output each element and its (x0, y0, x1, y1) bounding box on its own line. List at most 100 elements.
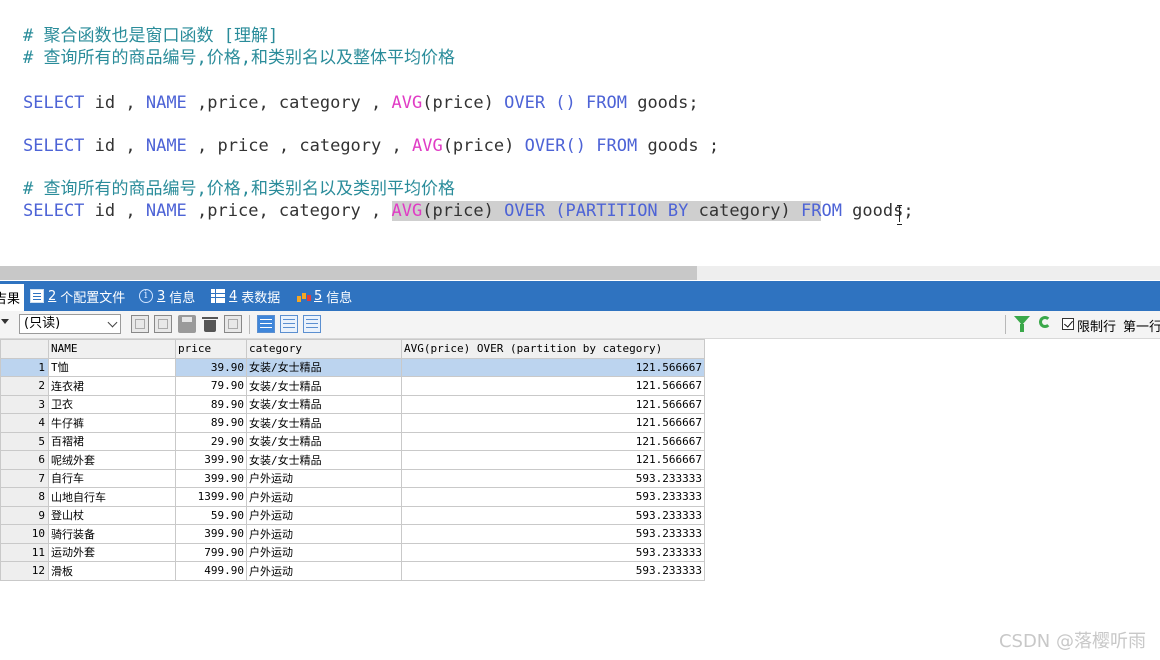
cell-name[interactable]: 骑行装备 (48, 524, 176, 544)
grid-view-icon[interactable] (257, 315, 275, 333)
row-number[interactable]: 11 (0, 542, 49, 562)
row-number[interactable]: 4 (0, 413, 49, 433)
row-number[interactable]: 3 (0, 394, 49, 414)
table-row[interactable]: 11 运动外套 799.90 户外运动 593.233333 (0, 542, 705, 562)
cell-avg[interactable]: 121.566667 (401, 413, 705, 433)
sql-editor[interactable]: # 聚合函数也是窗口函数 [理解] # 查询所有的商品编号,价格,和类别名以及整… (0, 0, 1160, 266)
cell-avg[interactable]: 593.233333 (401, 542, 705, 562)
cell-avg[interactable]: 593.233333 (401, 468, 705, 488)
cell-price[interactable]: 89.90 (175, 413, 247, 433)
sql-line-1[interactable]: SELECT id , NAME ,price, category , AVG(… (23, 92, 699, 114)
cell-avg[interactable]: 593.233333 (401, 524, 705, 544)
tab-result[interactable]: 吉果 (0, 284, 25, 311)
row-number[interactable]: 10 (0, 524, 49, 544)
text-view-icon[interactable] (303, 315, 321, 333)
table-row[interactable]: 8 山地自行车 1399.90 户外运动 593.233333 (0, 487, 705, 507)
cell-category[interactable]: 户外运动 (246, 524, 402, 544)
cell-category[interactable]: 户外运动 (246, 561, 402, 581)
cell-name[interactable]: 登山杖 (48, 505, 176, 525)
selected-text[interactable]: AVG(price) OVER (PARTITION BY category) … (391, 201, 822, 221)
cell-name[interactable]: 自行车 (48, 468, 176, 488)
cell-category[interactable]: 女装/女士精品 (246, 413, 402, 433)
cell-category[interactable]: 女装/女士精品 (246, 376, 402, 396)
cell-avg[interactable]: 121.566667 (401, 431, 705, 451)
tab-info[interactable]: 3信息 (139, 281, 195, 311)
cell-avg[interactable]: 593.233333 (401, 487, 705, 507)
cell-price[interactable]: 399.90 (175, 450, 247, 470)
cell-category[interactable]: 户外运动 (246, 542, 402, 562)
cell-name[interactable]: 滑板 (48, 561, 176, 581)
copy-row-icon[interactable] (154, 315, 172, 333)
row-number[interactable]: 6 (0, 450, 49, 470)
column-header-category[interactable]: category (246, 339, 402, 359)
tab-info-2[interactable]: 5 信息 (296, 281, 352, 311)
cell-name[interactable]: 运动外套 (48, 542, 176, 562)
row-number[interactable]: 8 (0, 487, 49, 507)
tab-profiles[interactable]: 2 个配置文件 (30, 281, 125, 311)
save-icon[interactable] (178, 315, 196, 333)
chevron-down-icon[interactable] (1, 319, 9, 324)
table-row[interactable]: 9 登山杖 59.90 户外运动 593.233333 (0, 505, 705, 525)
cell-price[interactable]: 799.90 (175, 542, 247, 562)
form-view-icon[interactable] (280, 315, 298, 333)
limit-rows-checkbox[interactable] (1062, 318, 1074, 330)
table-row[interactable]: 7 自行车 399.90 户外运动 593.233333 (0, 468, 705, 488)
scrollbar-thumb[interactable] (0, 266, 697, 280)
cell-avg[interactable]: 121.566667 (401, 376, 705, 396)
delete-icon[interactable] (201, 315, 219, 333)
column-header-avg[interactable]: AVG(price) OVER (partition by category) (401, 339, 705, 359)
cell-price[interactable]: 399.90 (175, 524, 247, 544)
cell-avg[interactable]: 593.233333 (401, 561, 705, 581)
table-row[interactable]: 4 牛仔裤 89.90 女装/女士精品 121.566667 (0, 413, 705, 433)
refresh-grid-icon[interactable] (224, 315, 242, 333)
cell-name[interactable]: 连衣裙 (48, 376, 176, 396)
table-row[interactable]: 3 卫衣 89.90 女装/女士精品 121.566667 (0, 394, 705, 414)
row-number[interactable]: 2 (0, 376, 49, 396)
cell-price[interactable]: 499.90 (175, 561, 247, 581)
cell-name[interactable]: 牛仔裤 (48, 413, 176, 433)
row-number[interactable]: 7 (0, 468, 49, 488)
mode-select[interactable]: (只读) (19, 314, 121, 334)
row-number[interactable]: 12 (0, 561, 49, 581)
row-number[interactable]: 1 (0, 357, 49, 377)
cell-price[interactable]: 39.90 (175, 357, 247, 377)
table-row[interactable]: 5 百褶裙 29.90 女装/女士精品 121.566667 (0, 431, 705, 451)
column-header-price[interactable]: price (175, 339, 247, 359)
cell-price[interactable]: 59.90 (175, 505, 247, 525)
cell-name[interactable]: 山地自行车 (48, 487, 176, 507)
filter-icon[interactable] (1014, 316, 1030, 332)
cell-category[interactable]: 女装/女士精品 (246, 394, 402, 414)
cell-price[interactable]: 89.90 (175, 394, 247, 414)
cell-category[interactable]: 女装/女士精品 (246, 431, 402, 451)
table-row[interactable]: 2 连衣裙 79.90 女装/女士精品 121.566667 (0, 376, 705, 396)
tab-table-data[interactable]: 4 表数据 (211, 281, 280, 311)
cell-avg[interactable]: 593.233333 (401, 505, 705, 525)
sql-line-2[interactable]: SELECT id , NAME , price , category , AV… (23, 135, 719, 157)
table-row[interactable]: 1 T恤 39.90 女装/女士精品 121.566667 (0, 357, 705, 377)
refresh-icon[interactable] (1039, 316, 1051, 328)
sql-line-3[interactable]: SELECT id , NAME ,price, category , AVG(… (23, 200, 914, 222)
cell-avg[interactable]: 121.566667 (401, 450, 705, 470)
cell-category[interactable]: 女装/女士精品 (246, 450, 402, 470)
result-grid[interactable]: NAME price category AVG(price) OVER (par… (0, 339, 705, 581)
cell-name[interactable]: 呢绒外套 (48, 450, 176, 470)
cell-price[interactable]: 79.90 (175, 376, 247, 396)
cell-avg[interactable]: 121.566667 (401, 394, 705, 414)
cell-name[interactable]: 卫衣 (48, 394, 176, 414)
row-number[interactable]: 5 (0, 431, 49, 451)
cell-price[interactable]: 399.90 (175, 468, 247, 488)
cell-avg[interactable]: 121.566667 (401, 357, 705, 377)
cell-category[interactable]: 户外运动 (246, 505, 402, 525)
cell-category[interactable]: 女装/女士精品 (246, 357, 402, 377)
table-row[interactable]: 12 滑板 499.90 户外运动 593.233333 (0, 561, 705, 581)
editor-horizontal-scrollbar[interactable] (0, 266, 1160, 280)
table-row[interactable]: 6 呢绒外套 399.90 女装/女士精品 121.566667 (0, 450, 705, 470)
cell-name[interactable]: T恤 (48, 357, 176, 377)
row-number[interactable]: 9 (0, 505, 49, 525)
cell-category[interactable]: 户外运动 (246, 468, 402, 488)
cell-name[interactable]: 百褶裙 (48, 431, 176, 451)
column-header-name[interactable]: NAME (48, 339, 176, 359)
cell-price[interactable]: 1399.90 (175, 487, 247, 507)
table-row[interactable]: 10 骑行装备 399.90 户外运动 593.233333 (0, 524, 705, 544)
cell-price[interactable]: 29.90 (175, 431, 247, 451)
